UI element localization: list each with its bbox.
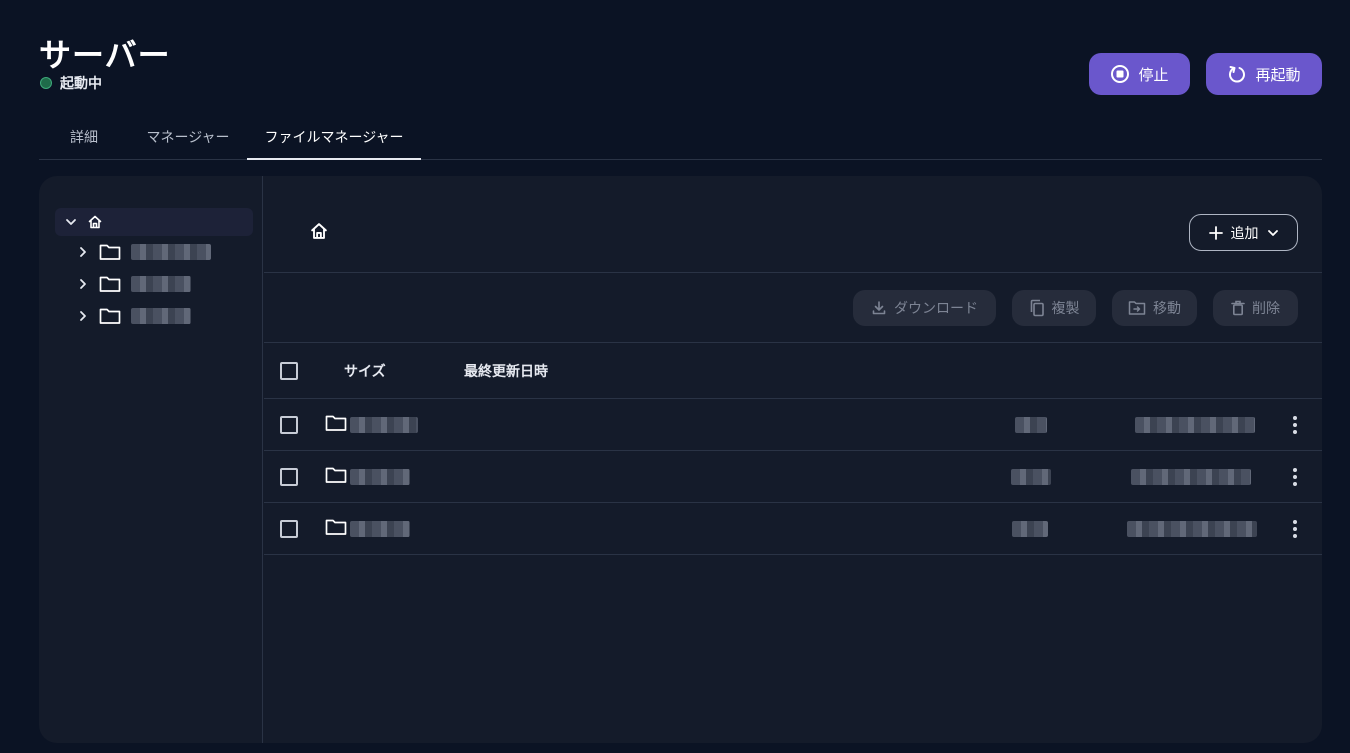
tab-bar: 詳細 マネージャー ファイルマネージャー (39, 114, 1322, 160)
table-row[interactable] (264, 399, 1322, 451)
more-options-icon[interactable] (1286, 518, 1304, 540)
home-icon[interactable] (309, 221, 329, 241)
status-indicator-icon (40, 77, 52, 89)
folder-icon (325, 518, 347, 536)
server-status: 起動中 (40, 73, 102, 93)
copy-icon (1029, 299, 1045, 317)
move-label: 移動 (1153, 301, 1181, 317)
tab-details[interactable]: 詳細 (39, 114, 129, 159)
chevron-down-icon (1267, 227, 1279, 239)
plus-icon (1208, 225, 1223, 240)
stop-button[interactable]: 停止 (1089, 53, 1190, 95)
delete-button[interactable]: 削除 (1213, 290, 1298, 326)
stop-icon (1110, 64, 1130, 84)
stop-button-label: 停止 (1138, 65, 1169, 84)
redacted-modified-date (1131, 469, 1251, 485)
tree-folder-item[interactable] (77, 239, 211, 265)
copy-label: 複製 (1051, 301, 1080, 317)
more-options-icon[interactable] (1286, 414, 1304, 436)
redacted-file-name (350, 469, 410, 485)
folder-icon (99, 307, 121, 325)
file-manager-panel: 追加 ダウンロード 複製 移動 削除 サイズ 最終更新日時 (39, 176, 1322, 743)
page-title: サーバー (39, 36, 171, 74)
folder-icon (99, 275, 121, 293)
restart-button[interactable]: 再起動 (1206, 53, 1322, 95)
download-button[interactable]: ダウンロード (853, 290, 996, 326)
download-label: ダウンロード (894, 301, 978, 317)
table-row[interactable] (264, 451, 1322, 503)
action-toolbar: ダウンロード 複製 移動 削除 (264, 273, 1322, 343)
row-checkbox[interactable] (280, 520, 298, 538)
redacted-file-size (1015, 417, 1047, 433)
chevron-right-icon[interactable] (77, 278, 89, 290)
chevron-right-icon[interactable] (77, 246, 89, 258)
delete-label: 削除 (1252, 301, 1280, 317)
tab-manager[interactable]: マネージャー (129, 114, 247, 159)
tab-label: 詳細 (70, 129, 98, 146)
restart-icon (1227, 64, 1247, 84)
home-icon (87, 214, 103, 230)
more-options-icon[interactable] (1286, 466, 1304, 488)
redacted-folder-name (131, 308, 191, 324)
redacted-modified-date (1135, 417, 1255, 433)
column-header-modified[interactable]: 最終更新日時 (464, 361, 548, 381)
select-all-checkbox[interactable] (280, 362, 298, 380)
redacted-file-size (1011, 469, 1051, 485)
add-button-label: 追加 (1230, 225, 1259, 242)
tree-folder-item[interactable] (77, 271, 191, 297)
folder-move-icon (1128, 300, 1146, 316)
folder-icon (325, 466, 347, 484)
redacted-file-name (350, 417, 418, 433)
tab-label: ファイルマネージャー (264, 129, 404, 146)
folder-icon (99, 243, 121, 261)
redacted-file-name (350, 521, 410, 537)
column-header-size[interactable]: サイズ (344, 361, 386, 381)
tab-file-manager[interactable]: ファイルマネージャー (247, 114, 421, 160)
breadcrumb: 追加 (264, 176, 1322, 273)
redacted-folder-name (131, 244, 211, 260)
move-button[interactable]: 移動 (1112, 290, 1197, 326)
folder-tree (39, 176, 263, 743)
file-list-area: 追加 ダウンロード 複製 移動 削除 サイズ 最終更新日時 (264, 176, 1322, 743)
trash-icon (1231, 300, 1245, 316)
folder-icon (325, 414, 347, 432)
copy-button[interactable]: 複製 (1012, 290, 1096, 326)
row-checkbox[interactable] (280, 416, 298, 434)
status-label: 起動中 (60, 76, 102, 92)
tab-label: マネージャー (146, 129, 230, 146)
tree-folder-item[interactable] (77, 303, 191, 329)
row-checkbox[interactable] (280, 468, 298, 486)
chevron-down-icon[interactable] (65, 216, 77, 228)
restart-button-label: 再起動 (1255, 65, 1301, 84)
table-header: サイズ 最終更新日時 (264, 343, 1322, 399)
chevron-right-icon[interactable] (77, 310, 89, 322)
download-icon (871, 300, 887, 316)
table-row[interactable] (264, 503, 1322, 555)
redacted-file-size (1012, 521, 1048, 537)
redacted-modified-date (1127, 521, 1257, 537)
redacted-folder-name (131, 276, 191, 292)
add-button[interactable]: 追加 (1189, 214, 1298, 251)
tree-root-item[interactable] (55, 208, 253, 236)
